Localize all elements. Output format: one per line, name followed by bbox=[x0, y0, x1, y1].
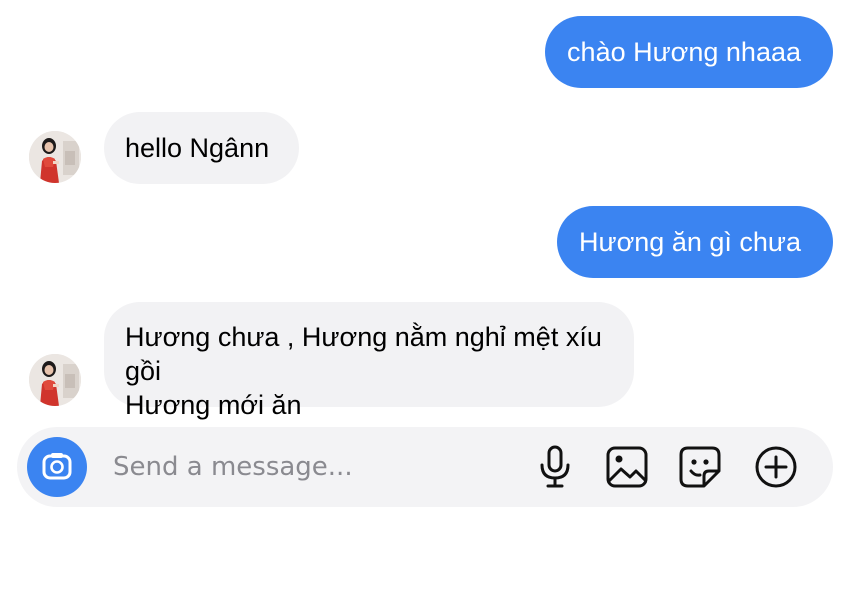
incoming-message-bubble[interactable]: hello Ngânn bbox=[104, 112, 300, 184]
plus-icon bbox=[755, 446, 797, 488]
camera-button[interactable] bbox=[27, 437, 87, 497]
more-options-button[interactable] bbox=[752, 443, 800, 491]
microphone-icon bbox=[540, 445, 570, 488]
message-text: Hương ăn gì chưa bbox=[579, 227, 801, 257]
message-text: hello Ngânn bbox=[125, 133, 270, 163]
message-input[interactable] bbox=[113, 449, 513, 485]
contact-avatar[interactable] bbox=[29, 131, 81, 183]
sticker-icon bbox=[679, 446, 721, 488]
gallery-icon bbox=[606, 446, 648, 488]
sticker-button[interactable] bbox=[676, 443, 724, 491]
outgoing-message-bubble[interactable]: chào Hương nhaaa bbox=[545, 16, 833, 88]
message-text: chào Hương nhaaa bbox=[567, 37, 801, 67]
incoming-message-bubble[interactable]: Hương chưa , Hương nằm nghỉ mệt xíu gồi … bbox=[104, 302, 634, 420]
avatar-photo bbox=[29, 131, 81, 183]
contact-avatar[interactable] bbox=[29, 354, 81, 406]
camera-icon bbox=[42, 453, 72, 480]
chat-screen: chào Hương nhaaa hello Ngânn Hương ăn gì… bbox=[0, 0, 849, 600]
message-composer bbox=[17, 427, 833, 507]
message-text-line: Hương chưa , Hương nằm nghỉ mệt xíu gồi bbox=[125, 322, 602, 386]
message-text-line: Hương mới ăn bbox=[125, 390, 302, 420]
gallery-button[interactable] bbox=[603, 443, 651, 491]
outgoing-message-bubble[interactable]: Hương ăn gì chưa bbox=[557, 206, 833, 278]
avatar-photo bbox=[29, 354, 81, 406]
voice-message-button[interactable] bbox=[531, 443, 579, 491]
